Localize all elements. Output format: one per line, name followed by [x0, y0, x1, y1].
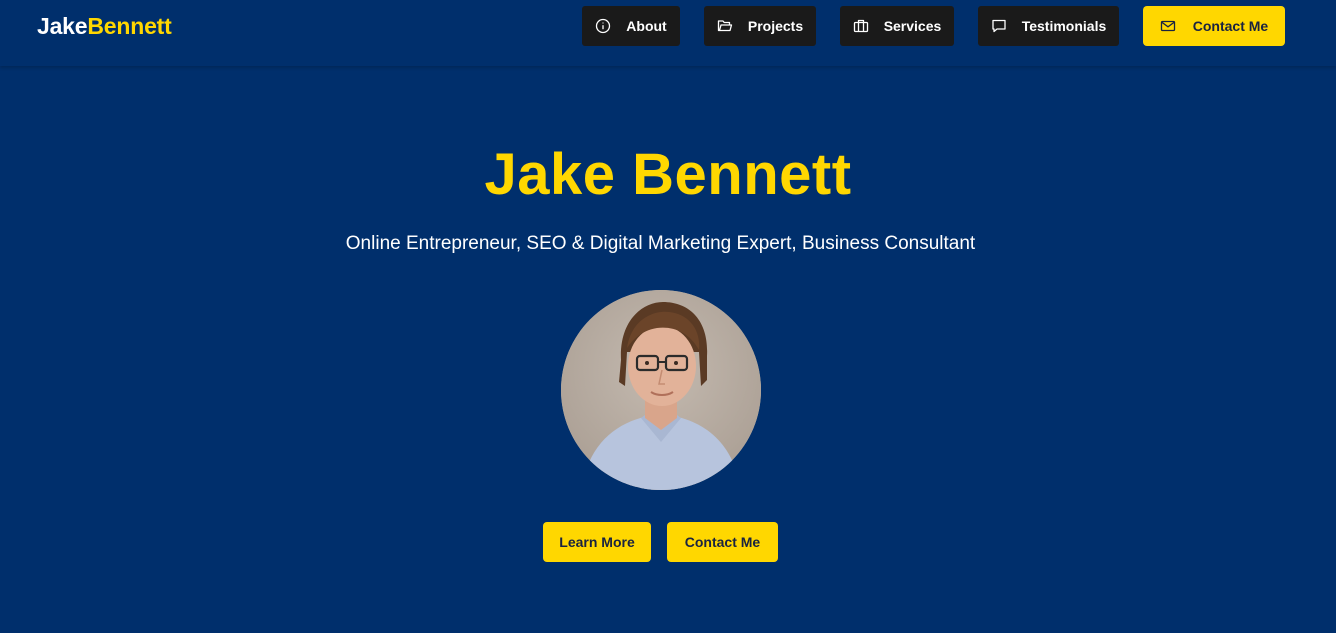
profile-photo	[561, 290, 761, 490]
hero-tagline: Online Entrepreneur, SEO & Digital Marke…	[345, 233, 976, 254]
nav-contact-label: Contact Me	[1192, 18, 1269, 34]
nav-services-button[interactable]: Services	[840, 6, 954, 46]
nav-projects-button[interactable]: Projects	[704, 6, 816, 46]
nav-contact-button[interactable]: Contact Me	[1143, 6, 1285, 46]
hero-title: Jake Bennett	[484, 142, 852, 207]
nav-testimonials-label: Testimonials	[1021, 18, 1107, 34]
logo-last-name: Bennett	[87, 13, 172, 39]
hero-contact-button[interactable]: Contact Me	[667, 522, 778, 562]
nav-testimonials-button[interactable]: Testimonials	[978, 6, 1119, 46]
nav-services-label: Services	[883, 18, 942, 34]
mail-icon	[1160, 18, 1176, 34]
top-navigation-bar: JakeBennett About Projects Services Test…	[0, 0, 1336, 66]
info-icon	[595, 18, 611, 34]
nav-projects-label: Projects	[747, 18, 804, 34]
nav-about-button[interactable]: About	[582, 6, 680, 46]
chat-icon	[991, 18, 1007, 34]
learn-more-button[interactable]: Learn More	[543, 522, 651, 562]
site-logo[interactable]: JakeBennett	[37, 12, 172, 40]
folder-icon	[717, 18, 733, 34]
briefcase-icon	[853, 18, 869, 34]
nav-about-label: About	[626, 18, 667, 34]
logo-first-name: Jake	[37, 13, 88, 39]
